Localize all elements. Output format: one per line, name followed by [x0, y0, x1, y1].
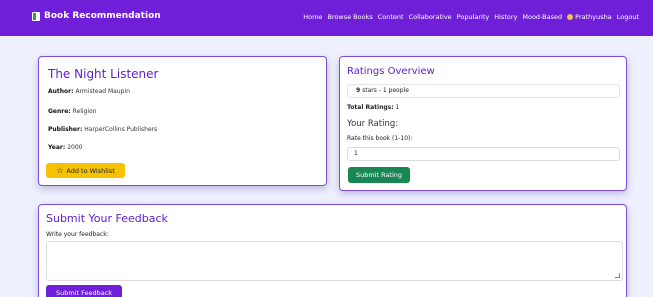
add-to-wishlist-button[interactable]: ☆ Add to Wishlist: [46, 163, 125, 178]
publisher-label: Publisher:: [48, 126, 83, 133]
brand-label: Book Recommendation: [44, 11, 161, 21]
book-details-card: The Night Listener Author: Armistead Mau…: [38, 56, 327, 186]
author-value: Armistead Maupin: [75, 88, 130, 95]
ratings-overview-card: Ratings Overview 9 stars - 1 people Tota…: [339, 56, 627, 191]
genre-label: Genre:: [48, 108, 71, 115]
author-label: Author:: [48, 88, 74, 95]
user-icon: [567, 14, 574, 20]
year-label: Year:: [48, 144, 66, 151]
publisher-value: HarperCollins Publishers: [84, 126, 158, 133]
rating-stars: 9: [356, 87, 361, 94]
nav-mood-based[interactable]: Mood-Based: [522, 13, 562, 21]
navbar: Book Recommendation Home Browse Books Co…: [0, 0, 653, 36]
rating-input[interactable]: 1: [347, 147, 620, 161]
total-ratings-label: Total Ratings:: [347, 104, 394, 111]
submit-rating-button[interactable]: Submit Rating: [348, 167, 410, 183]
feedback-textarea[interactable]: [46, 241, 623, 281]
rating-distribution-row: 9 stars - 1 people: [347, 84, 620, 98]
star-icon: ☆: [56, 165, 64, 175]
nav-content[interactable]: Content: [378, 13, 404, 21]
feedback-label: Write your feedback:: [46, 231, 109, 238]
brand[interactable]: Book Recommendation: [32, 11, 161, 21]
nav-user[interactable]: Prathyusha: [567, 13, 612, 21]
feedback-title: Submit Your Feedback: [46, 212, 168, 225]
total-ratings-value: 1: [395, 104, 400, 111]
total-ratings: Total Ratings: 1: [347, 104, 399, 111]
ratings-title: Ratings Overview: [347, 66, 435, 77]
resize-handle-icon[interactable]: [615, 273, 620, 278]
nav-popularity[interactable]: Popularity: [457, 13, 490, 21]
book-year: Year: 2000: [48, 144, 82, 151]
genre-value: Religion: [72, 108, 97, 115]
year-value: 2000: [67, 144, 83, 151]
nav-collaborative[interactable]: Collaborative: [409, 13, 452, 21]
book-title: The Night Listener: [48, 67, 159, 81]
book-author: Author: Armistead Maupin: [48, 88, 130, 95]
rating-row-text: stars - 1 people: [362, 87, 409, 94]
nav-browse-books[interactable]: Browse Books: [327, 13, 372, 21]
your-rating-heading: Your Rating:: [347, 119, 399, 129]
book-publisher: Publisher: HarperCollins Publishers: [48, 126, 157, 133]
submit-feedback-button[interactable]: Submit Feedback: [46, 285, 122, 297]
book-icon: [32, 11, 40, 21]
user-name: Prathyusha: [575, 13, 612, 21]
nav-links: Home Browse Books Content Collaborative …: [303, 13, 639, 21]
nav-history[interactable]: History: [494, 13, 517, 21]
feedback-card: Submit Your Feedback Write your feedback…: [38, 204, 627, 297]
nav-home[interactable]: Home: [303, 13, 322, 21]
wishlist-label: Add to Wishlist: [66, 166, 115, 175]
nav-logout[interactable]: Logout: [617, 13, 639, 21]
book-genre: Genre: Religion: [48, 108, 97, 115]
rate-label: Rate this book (1-10):: [347, 135, 413, 142]
